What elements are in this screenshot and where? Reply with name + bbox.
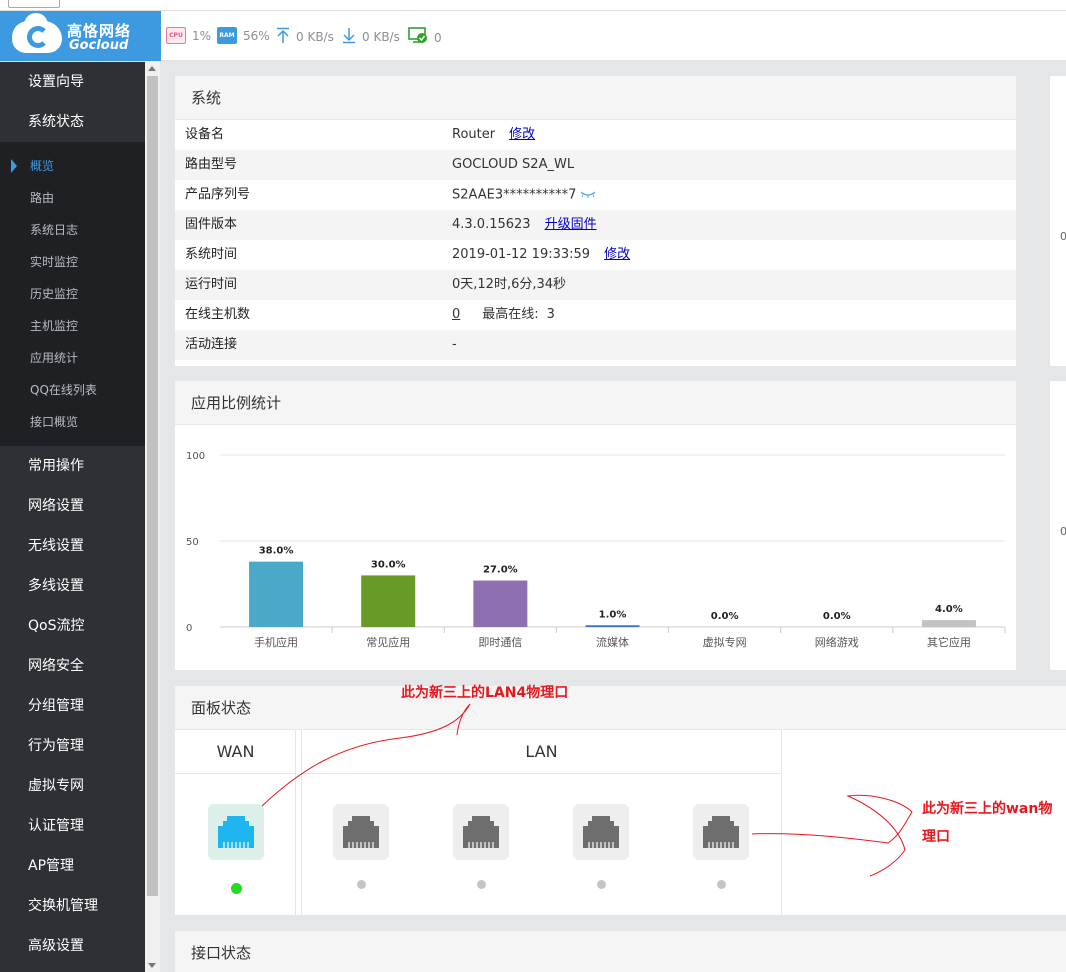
lan4-annotation: 此为新三上的LAN4物理口 [401, 685, 569, 701]
wan-annotation-line1: 此为新三上的wan物 [922, 801, 1053, 817]
wan-annotation-line2: 理口 [922, 829, 950, 845]
annotation-lines [261, 703, 913, 877]
